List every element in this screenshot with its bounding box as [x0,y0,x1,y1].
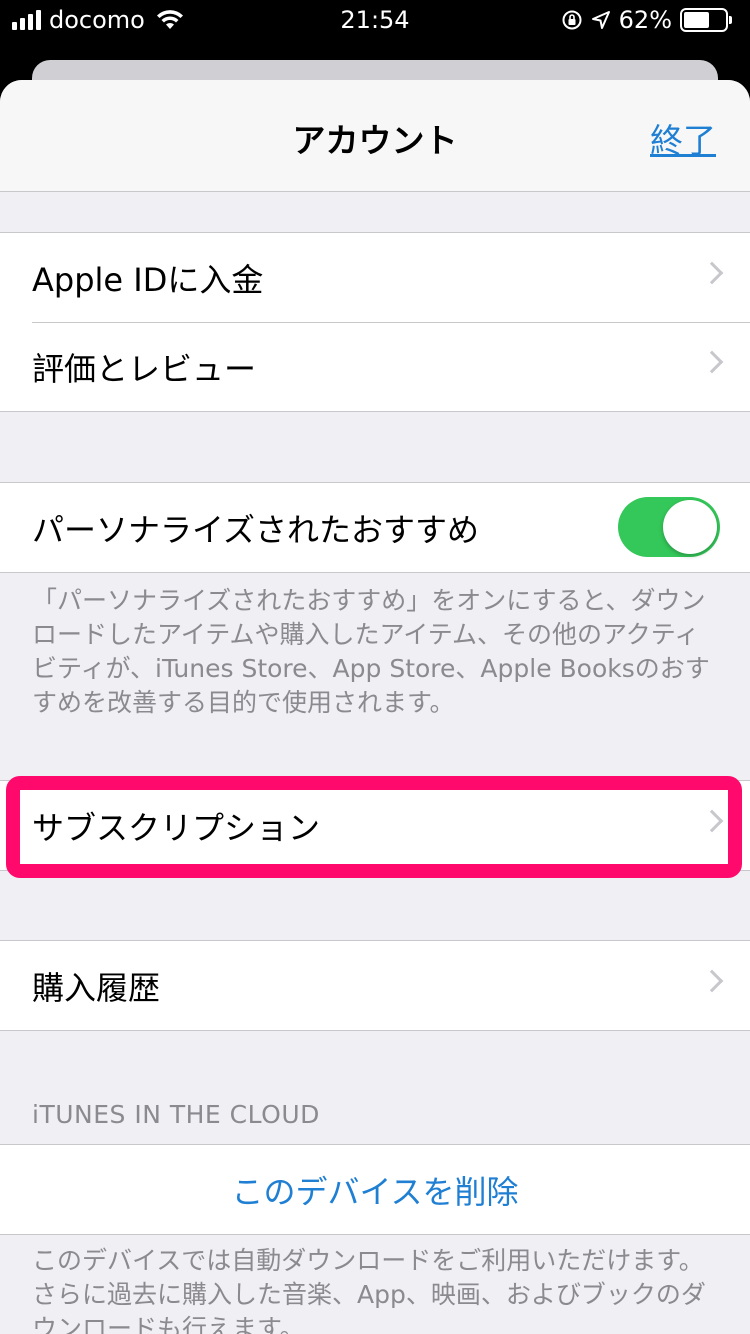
remove-device-label: このデバイスを削除 [231,1172,519,1211]
personalized-toggle[interactable] [618,497,720,557]
status-bar-right: 62% [561,6,732,34]
battery-icon [680,8,732,32]
subscriptions-group: サブスクリプション [0,780,750,871]
location-icon [591,11,610,29]
remove-device-button[interactable]: このデバイスを削除 [0,1145,750,1234]
account-group: Apple IDに入金 評価とレビュー [0,232,750,412]
chevron-right-icon [700,261,724,285]
page-title: アカウント [292,121,458,160]
account-sheet: アカウント 終了 Apple IDに入金 評価とレビュー パーソナライズされたお… [0,80,750,1334]
purchase-history-group: 購入履歴 [0,940,750,1031]
chevron-right-icon [700,350,724,374]
personalized-footnote: 「パーソナライズされたおすすめ」をオンにすると、ダウンロードしたアイテムや購入し… [32,586,710,717]
status-bar: docomo 21:54 62% [0,0,750,40]
itunes-cloud-group: このデバイスを削除 [0,1144,750,1235]
chevron-right-icon [700,809,724,833]
personalized-row: パーソナライズされたおすすめ [0,483,750,572]
purchase-history-label: 購入履歴 [32,968,161,1007]
add-funds-label: Apple IDに入金 [32,260,264,299]
nav-bar: アカウント 終了 [0,80,750,192]
itunes-cloud-footnote: このデバイスでは自動ダウンロードをご利用いただけます。さらに過去に購入した音楽、… [32,1246,706,1334]
purchase-history-row[interactable]: 購入履歴 [0,941,750,1030]
done-button[interactable]: 終了 [650,114,716,162]
chevron-right-icon [700,969,724,993]
toggle-knob [663,500,717,554]
subscriptions-row[interactable]: サブスクリプション [0,781,750,870]
ratings-reviews-row[interactable]: 評価とレビュー [0,322,750,411]
itunes-cloud-header: iTUNES IN THE CLOUD [32,1100,320,1129]
add-funds-row[interactable]: Apple IDに入金 [0,233,750,322]
ratings-reviews-label: 評価とレビュー [32,349,257,388]
battery-percent: 62% [618,6,672,34]
rotation-lock-icon [562,10,582,30]
subscriptions-label: サブスクリプション [32,808,321,847]
personalized-group: パーソナライズされたおすすめ [0,482,750,573]
personalized-label: パーソナライズされたおすすめ [32,510,480,549]
